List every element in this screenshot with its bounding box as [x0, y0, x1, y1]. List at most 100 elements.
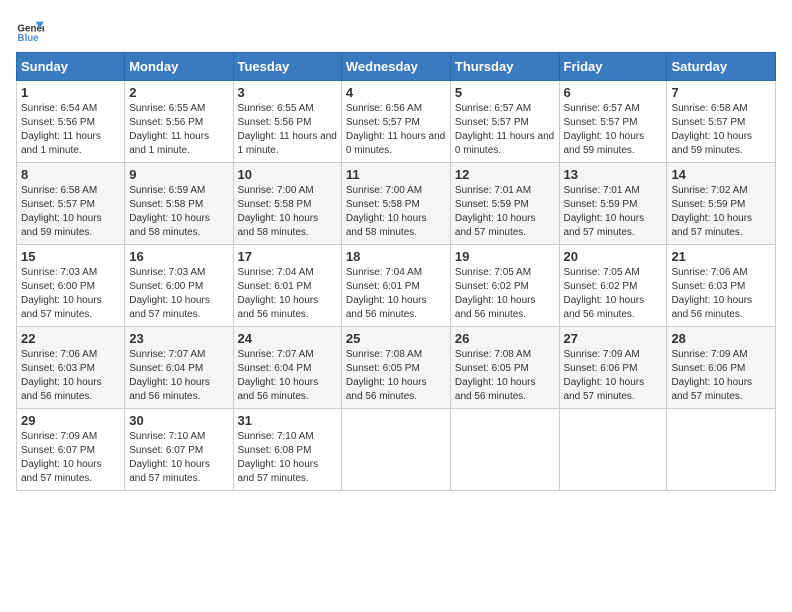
day-info: Sunrise: 7:01 AM Sunset: 5:59 PM Dayligh… [564, 184, 663, 240]
day-info: Sunrise: 6:59 AM Sunset: 5:58 PM Dayligh… [129, 184, 228, 240]
day-number: 1 [21, 85, 120, 100]
calendar-cell: 2 Sunrise: 6:55 AM Sunset: 5:56 PM Dayli… [125, 81, 233, 163]
calendar-cell: 27 Sunrise: 7:09 AM Sunset: 6:06 PM Dayl… [559, 327, 667, 409]
day-number: 22 [21, 331, 120, 346]
day-info: Sunrise: 6:57 AM Sunset: 5:57 PM Dayligh… [564, 102, 663, 158]
day-info: Sunrise: 7:00 AM Sunset: 5:58 PM Dayligh… [238, 184, 337, 240]
calendar-cell: 5 Sunrise: 6:57 AM Sunset: 5:57 PM Dayli… [450, 81, 559, 163]
day-info: Sunrise: 7:07 AM Sunset: 6:04 PM Dayligh… [129, 348, 228, 404]
day-number: 8 [21, 167, 120, 182]
day-number: 7 [671, 85, 771, 100]
calendar-cell: 13 Sunrise: 7:01 AM Sunset: 5:59 PM Dayl… [559, 163, 667, 245]
day-info: Sunrise: 6:55 AM Sunset: 5:56 PM Dayligh… [238, 102, 337, 158]
day-info: Sunrise: 6:54 AM Sunset: 5:56 PM Dayligh… [21, 102, 120, 158]
calendar-week-1: 1 Sunrise: 6:54 AM Sunset: 5:56 PM Dayli… [17, 81, 776, 163]
calendar-cell: 12 Sunrise: 7:01 AM Sunset: 5:59 PM Dayl… [450, 163, 559, 245]
day-number: 30 [129, 413, 228, 428]
day-number: 17 [238, 249, 337, 264]
day-number: 12 [455, 167, 555, 182]
svg-text:Blue: Blue [17, 33, 39, 44]
day-number: 27 [564, 331, 663, 346]
day-number: 21 [671, 249, 771, 264]
calendar-cell: 28 Sunrise: 7:09 AM Sunset: 6:06 PM Dayl… [667, 327, 776, 409]
logo: General Blue [16, 16, 44, 44]
day-number: 15 [21, 249, 120, 264]
day-number: 13 [564, 167, 663, 182]
day-info: Sunrise: 7:05 AM Sunset: 6:02 PM Dayligh… [455, 266, 555, 322]
calendar-cell: 15 Sunrise: 7:03 AM Sunset: 6:00 PM Dayl… [17, 245, 125, 327]
calendar-cell: 4 Sunrise: 6:56 AM Sunset: 5:57 PM Dayli… [341, 81, 450, 163]
day-info: Sunrise: 6:57 AM Sunset: 5:57 PM Dayligh… [455, 102, 555, 158]
calendar-cell: 16 Sunrise: 7:03 AM Sunset: 6:00 PM Dayl… [125, 245, 233, 327]
day-info: Sunrise: 6:58 AM Sunset: 5:57 PM Dayligh… [671, 102, 771, 158]
calendar-week-2: 8 Sunrise: 6:58 AM Sunset: 5:57 PM Dayli… [17, 163, 776, 245]
calendar-cell: 3 Sunrise: 6:55 AM Sunset: 5:56 PM Dayli… [233, 81, 341, 163]
calendar-cell [667, 409, 776, 491]
calendar-cell: 23 Sunrise: 7:07 AM Sunset: 6:04 PM Dayl… [125, 327, 233, 409]
calendar-cell: 22 Sunrise: 7:06 AM Sunset: 6:03 PM Dayl… [17, 327, 125, 409]
logo-icon: General Blue [16, 16, 44, 44]
calendar-header-thursday: Thursday [450, 53, 559, 81]
calendar-cell: 10 Sunrise: 7:00 AM Sunset: 5:58 PM Dayl… [233, 163, 341, 245]
day-info: Sunrise: 7:04 AM Sunset: 6:01 PM Dayligh… [238, 266, 337, 322]
day-info: Sunrise: 7:04 AM Sunset: 6:01 PM Dayligh… [346, 266, 446, 322]
day-number: 14 [671, 167, 771, 182]
day-info: Sunrise: 7:00 AM Sunset: 5:58 PM Dayligh… [346, 184, 446, 240]
day-info: Sunrise: 7:10 AM Sunset: 6:07 PM Dayligh… [129, 430, 228, 486]
day-info: Sunrise: 7:06 AM Sunset: 6:03 PM Dayligh… [671, 266, 771, 322]
day-number: 25 [346, 331, 446, 346]
calendar-cell [559, 409, 667, 491]
calendar-cell: 6 Sunrise: 6:57 AM Sunset: 5:57 PM Dayli… [559, 81, 667, 163]
calendar-header-friday: Friday [559, 53, 667, 81]
calendar-cell: 25 Sunrise: 7:08 AM Sunset: 6:05 PM Dayl… [341, 327, 450, 409]
calendar-cell: 14 Sunrise: 7:02 AM Sunset: 5:59 PM Dayl… [667, 163, 776, 245]
calendar-cell: 9 Sunrise: 6:59 AM Sunset: 5:58 PM Dayli… [125, 163, 233, 245]
calendar-table: SundayMondayTuesdayWednesdayThursdayFrid… [16, 52, 776, 491]
calendar-cell: 21 Sunrise: 7:06 AM Sunset: 6:03 PM Dayl… [667, 245, 776, 327]
day-info: Sunrise: 7:02 AM Sunset: 5:59 PM Dayligh… [671, 184, 771, 240]
calendar-cell: 30 Sunrise: 7:10 AM Sunset: 6:07 PM Dayl… [125, 409, 233, 491]
calendar-cell [450, 409, 559, 491]
day-number: 31 [238, 413, 337, 428]
day-info: Sunrise: 7:07 AM Sunset: 6:04 PM Dayligh… [238, 348, 337, 404]
calendar-cell: 7 Sunrise: 6:58 AM Sunset: 5:57 PM Dayli… [667, 81, 776, 163]
calendar-header-row: SundayMondayTuesdayWednesdayThursdayFrid… [17, 53, 776, 81]
day-number: 10 [238, 167, 337, 182]
calendar-header-sunday: Sunday [17, 53, 125, 81]
calendar-cell: 24 Sunrise: 7:07 AM Sunset: 6:04 PM Dayl… [233, 327, 341, 409]
day-info: Sunrise: 6:58 AM Sunset: 5:57 PM Dayligh… [21, 184, 120, 240]
day-number: 4 [346, 85, 446, 100]
calendar-cell: 29 Sunrise: 7:09 AM Sunset: 6:07 PM Dayl… [17, 409, 125, 491]
day-number: 28 [671, 331, 771, 346]
calendar-cell: 26 Sunrise: 7:08 AM Sunset: 6:05 PM Dayl… [450, 327, 559, 409]
day-info: Sunrise: 7:01 AM Sunset: 5:59 PM Dayligh… [455, 184, 555, 240]
day-info: Sunrise: 7:09 AM Sunset: 6:07 PM Dayligh… [21, 430, 120, 486]
calendar-header-monday: Monday [125, 53, 233, 81]
calendar-cell: 1 Sunrise: 6:54 AM Sunset: 5:56 PM Dayli… [17, 81, 125, 163]
day-info: Sunrise: 7:08 AM Sunset: 6:05 PM Dayligh… [455, 348, 555, 404]
day-number: 6 [564, 85, 663, 100]
day-number: 18 [346, 249, 446, 264]
day-info: Sunrise: 7:08 AM Sunset: 6:05 PM Dayligh… [346, 348, 446, 404]
day-number: 5 [455, 85, 555, 100]
day-info: Sunrise: 6:56 AM Sunset: 5:57 PM Dayligh… [346, 102, 446, 158]
calendar-week-4: 22 Sunrise: 7:06 AM Sunset: 6:03 PM Dayl… [17, 327, 776, 409]
calendar-header-tuesday: Tuesday [233, 53, 341, 81]
day-info: Sunrise: 7:05 AM Sunset: 6:02 PM Dayligh… [564, 266, 663, 322]
calendar-cell: 31 Sunrise: 7:10 AM Sunset: 6:08 PM Dayl… [233, 409, 341, 491]
calendar-cell: 8 Sunrise: 6:58 AM Sunset: 5:57 PM Dayli… [17, 163, 125, 245]
calendar-cell: 20 Sunrise: 7:05 AM Sunset: 6:02 PM Dayl… [559, 245, 667, 327]
day-info: Sunrise: 7:10 AM Sunset: 6:08 PM Dayligh… [238, 430, 337, 486]
calendar-cell: 19 Sunrise: 7:05 AM Sunset: 6:02 PM Dayl… [450, 245, 559, 327]
calendar-header-saturday: Saturday [667, 53, 776, 81]
day-number: 20 [564, 249, 663, 264]
day-info: Sunrise: 7:09 AM Sunset: 6:06 PM Dayligh… [671, 348, 771, 404]
calendar-cell [341, 409, 450, 491]
day-number: 19 [455, 249, 555, 264]
day-number: 26 [455, 331, 555, 346]
calendar-cell: 17 Sunrise: 7:04 AM Sunset: 6:01 PM Dayl… [233, 245, 341, 327]
day-number: 29 [21, 413, 120, 428]
day-info: Sunrise: 7:03 AM Sunset: 6:00 PM Dayligh… [129, 266, 228, 322]
day-info: Sunrise: 7:06 AM Sunset: 6:03 PM Dayligh… [21, 348, 120, 404]
day-number: 3 [238, 85, 337, 100]
